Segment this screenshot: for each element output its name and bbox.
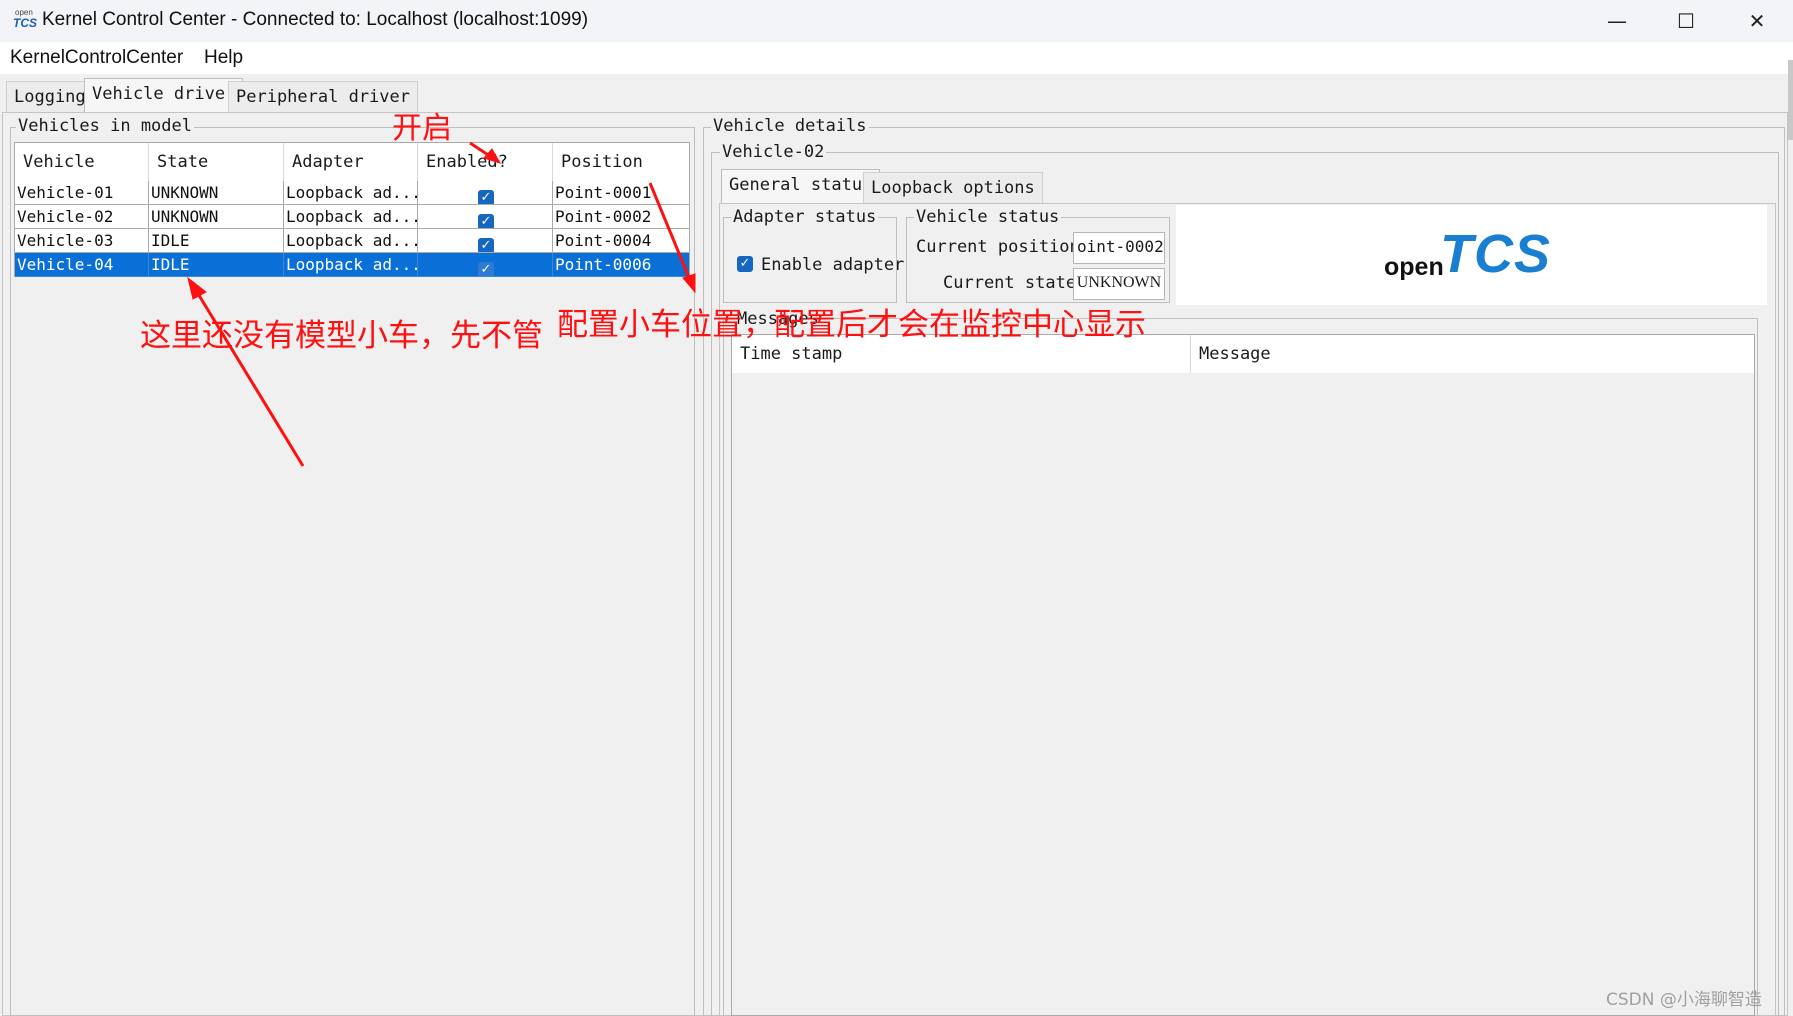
- arrow-enable-head: [483, 148, 502, 164]
- arrow-position-line: [648, 182, 692, 281]
- annotation-arrows: [187, 141, 696, 467]
- annotation-no-model: 这里还没有模型小车，先不管: [140, 318, 543, 354]
- csdn-watermark: CSDN @小海聊智造: [1606, 990, 1762, 1010]
- arrow-position-head: [682, 273, 696, 294]
- arrow-model-head: [187, 276, 207, 300]
- annotation-enable: 开启: [392, 111, 452, 146]
- annotation-config-position: 配置小车位置，配置后才会在监控中心显示: [557, 307, 1146, 343]
